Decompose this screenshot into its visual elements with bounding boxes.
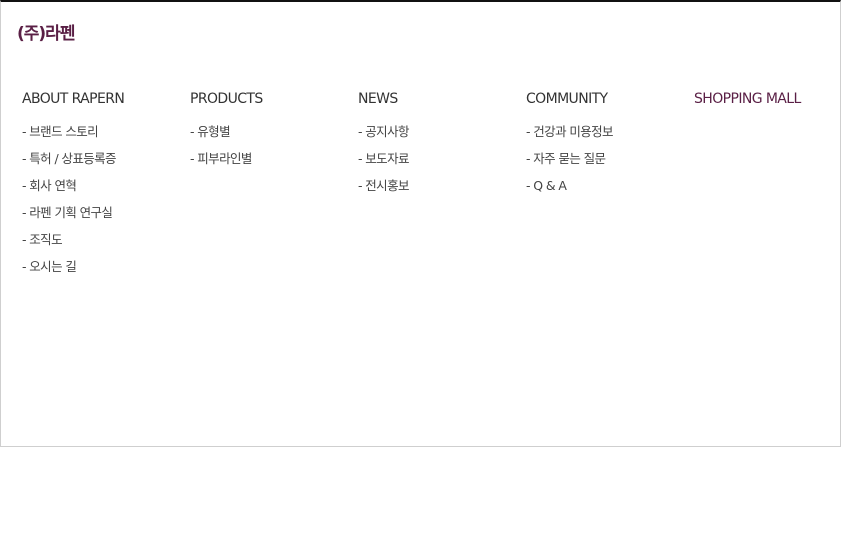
- menu-item-exhibitions[interactable]: - 전시홍보: [358, 179, 518, 206]
- menu-column-community: COMMUNITY - 건강과 미용정보 - 자주 묻는 질문 - Q & A: [526, 89, 686, 206]
- menu-column-shopping: SHOPPING MALL: [694, 89, 841, 109]
- menu-list-news: - 공지사항 - 보도자료 - 전시홍보: [358, 125, 518, 206]
- menu-item-patents[interactable]: - 특허 / 상표등록증: [22, 152, 182, 179]
- menu-item-qna[interactable]: - Q & A: [526, 179, 686, 206]
- menu-item-health-beauty[interactable]: - 건강과 미용정보: [526, 125, 686, 152]
- menu-column-products: PRODUCTS - 유형별 - 피부라인별: [190, 89, 350, 179]
- menu-item-research-lab[interactable]: - 라펜 기획 연구실: [22, 206, 182, 233]
- menu-list-products: - 유형별 - 피부라인별: [190, 125, 350, 179]
- menu-heading-community[interactable]: COMMUNITY: [526, 89, 686, 109]
- menu-list-community: - 건강과 미용정보 - 자주 묻는 질문 - Q & A: [526, 125, 686, 206]
- menu-item-brand-story[interactable]: - 브랜드 스토리: [22, 125, 182, 152]
- menu-item-notices[interactable]: - 공지사항: [358, 125, 518, 152]
- menu-heading-news[interactable]: NEWS: [358, 89, 518, 109]
- menu-heading-products[interactable]: PRODUCTS: [190, 89, 350, 109]
- menu-column-news: NEWS - 공지사항 - 보도자료 - 전시홍보: [358, 89, 518, 206]
- menu-item-by-skin-line[interactable]: - 피부라인별: [190, 152, 350, 179]
- menu-item-organization[interactable]: - 조직도: [22, 233, 182, 260]
- sitemap-panel: (주)라펜 ABOUT RAPERN - 브랜드 스토리 - 특허 / 상표등록…: [0, 0, 841, 447]
- menu-item-directions[interactable]: - 오시는 길: [22, 260, 182, 287]
- menu-list-about: - 브랜드 스토리 - 특허 / 상표등록증 - 회사 연혁 - 라펜 기획 연…: [22, 125, 182, 287]
- menu-item-press[interactable]: - 보도자료: [358, 152, 518, 179]
- menu-item-by-type[interactable]: - 유형별: [190, 125, 350, 152]
- menu-item-history[interactable]: - 회사 연혁: [22, 179, 182, 206]
- brand-logo[interactable]: (주)라펜: [17, 19, 75, 44]
- menu-item-faq[interactable]: - 자주 묻는 질문: [526, 152, 686, 179]
- menu-heading-about[interactable]: ABOUT RAPERN: [22, 89, 182, 109]
- menu-column-about: ABOUT RAPERN - 브랜드 스토리 - 특허 / 상표등록증 - 회사…: [22, 89, 182, 287]
- menu-heading-shopping[interactable]: SHOPPING MALL: [694, 89, 841, 109]
